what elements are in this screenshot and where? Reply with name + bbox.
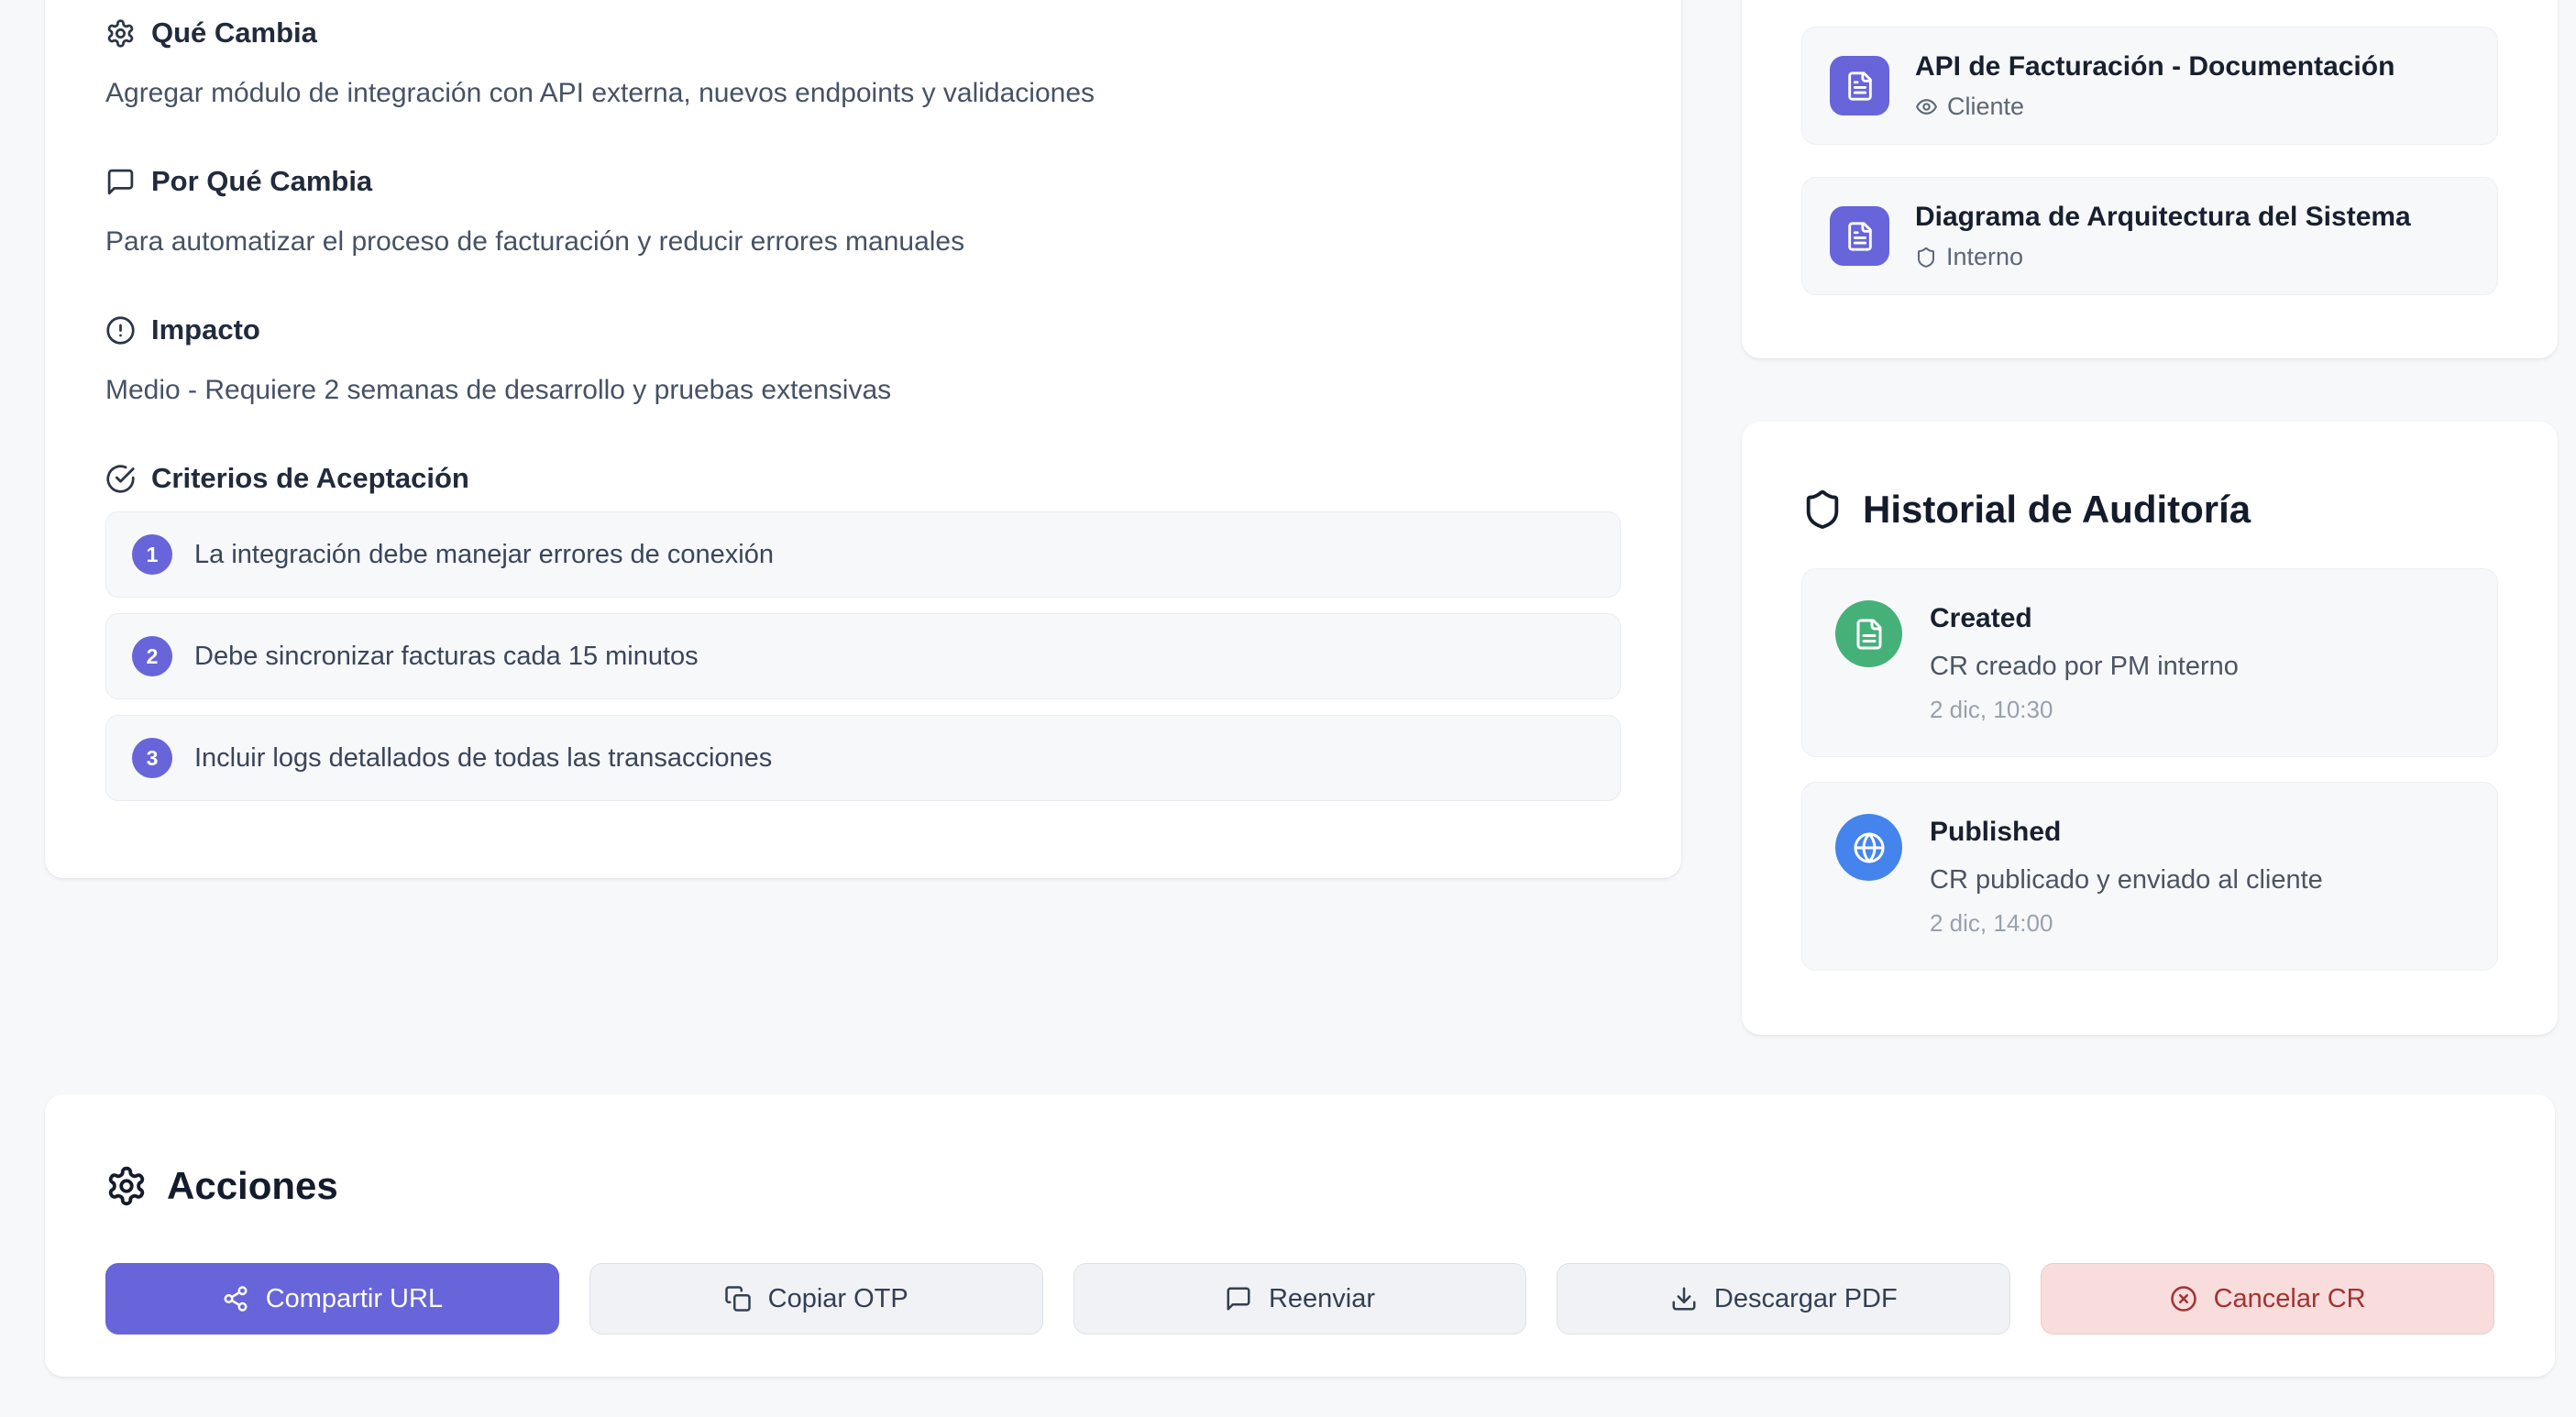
- section-title: Impacto: [151, 313, 260, 346]
- cancel-cr-button[interactable]: Cancelar CR: [2041, 1263, 2494, 1335]
- button-label: Reenviar: [1268, 1283, 1376, 1313]
- button-label: Cancelar CR: [2213, 1283, 2366, 1313]
- download-pdf-button[interactable]: Descargar PDF: [1557, 1263, 2011, 1335]
- attachments-card: API de Facturación - Documentación Clien…: [1742, 0, 2558, 358]
- attachment-visibility-label: Interno: [1946, 243, 2024, 270]
- change-request-details-card: Qué Cambia Agregar módulo de integración…: [45, 0, 1681, 878]
- audit-event-timestamp: 2 dic, 10:30: [1930, 696, 2053, 723]
- download-icon: [1670, 1285, 1698, 1313]
- attachment-title: Diagrama de Arquitectura del Sistema: [1915, 202, 2411, 232]
- audit-event-timestamp: 2 dic, 14:00: [1930, 909, 2053, 937]
- actions-buttons-row: Compartir URL Copiar OTP Reenviar Descar…: [105, 1263, 2494, 1335]
- audit-event-description: CR publicado y enviado al cliente: [1930, 865, 2323, 895]
- criteria-text: Incluir logs detallados de todas las tra…: [194, 742, 773, 773]
- criteria-text: La integración debe manejar errores de c…: [194, 539, 774, 569]
- audit-entry: Created CR creado por PM interno 2 dic, …: [1801, 568, 2498, 757]
- criteria-item: 1 La integración debe manejar errores de…: [105, 511, 1621, 598]
- audit-event-description: CR creado por PM interno: [1930, 652, 2239, 681]
- file-text-icon: [1835, 600, 1902, 667]
- section-heading-impacto: Impacto: [105, 312, 1621, 348]
- audit-history-card: Historial de Auditoría Created CR creado…: [1742, 422, 2558, 1035]
- audit-history-title: Historial de Auditoría: [1863, 488, 2251, 531]
- copy-icon: [724, 1285, 752, 1313]
- section-title: Criterios de Aceptación: [151, 462, 469, 494]
- actions-card: Acciones Compartir URL Copiar OTP Reenvi…: [45, 1094, 2555, 1377]
- criteria-text: Debe sincronizar facturas cada 15 minuto…: [194, 641, 699, 671]
- button-label: Descargar PDF: [1713, 1283, 1898, 1313]
- section-body-por-que-cambia: Para automatizar el proceso de facturaci…: [105, 226, 965, 257]
- criteria-number-badge: 1: [132, 534, 172, 575]
- file-text-icon: [1830, 206, 1889, 266]
- check-circle-icon: [105, 464, 136, 494]
- share-url-button[interactable]: Compartir URL: [105, 1263, 559, 1335]
- gear-icon: [105, 18, 136, 49]
- file-text-icon: [1830, 56, 1889, 115]
- message-square-icon: [105, 167, 136, 197]
- criteria-item: 2 Debe sincronizar facturas cada 15 minu…: [105, 613, 1621, 699]
- resend-button[interactable]: Reenviar: [1073, 1263, 1527, 1335]
- audit-entry: Published CR publicado y enviado al clie…: [1801, 782, 2498, 971]
- attachment-item[interactable]: API de Facturación - Documentación Clien…: [1801, 27, 2498, 145]
- shield-icon: [1915, 247, 1937, 269]
- gear-icon: [105, 1165, 148, 1207]
- attachment-visibility: Cliente: [1915, 93, 2394, 121]
- eye-icon: [1915, 95, 1938, 118]
- actions-title: Acciones: [167, 1164, 338, 1207]
- section-body-que-cambia: Agregar módulo de integración con API ex…: [105, 78, 1095, 108]
- alert-circle-icon: [105, 315, 136, 346]
- attachment-title: API de Facturación - Documentación: [1915, 51, 2395, 82]
- section-heading-que-cambia: Qué Cambia: [105, 15, 1621, 51]
- audit-event-name: Published: [1930, 817, 2062, 847]
- audit-history-heading: Historial de Auditoría: [1801, 486, 2498, 533]
- message-square-icon: [1225, 1285, 1252, 1313]
- attachment-item[interactable]: Diagrama de Arquitectura del Sistema Int…: [1801, 177, 2498, 295]
- share-icon: [222, 1285, 249, 1313]
- section-body-impacto: Medio - Requiere 2 semanas de desarrollo…: [105, 375, 892, 405]
- criteria-item: 3 Incluir logs detallados de todas las t…: [105, 715, 1621, 801]
- criteria-number-badge: 3: [132, 738, 172, 778]
- audit-event-name: Created: [1930, 603, 2032, 633]
- circle-x-icon: [2170, 1285, 2197, 1313]
- button-label: Copiar OTP: [767, 1283, 908, 1313]
- copy-otp-button[interactable]: Copiar OTP: [589, 1263, 1043, 1335]
- attachment-visibility: Interno: [1915, 243, 2411, 271]
- attachment-visibility-label: Cliente: [1947, 93, 2025, 120]
- section-heading-por-que-cambia: Por Qué Cambia: [105, 163, 1621, 200]
- section-title: Qué Cambia: [151, 16, 317, 49]
- button-label: Compartir URL: [265, 1283, 444, 1313]
- section-heading-criterios: Criterios de Aceptación: [105, 460, 1621, 497]
- section-title: Por Qué Cambia: [151, 165, 373, 197]
- criteria-number-badge: 2: [132, 636, 172, 676]
- actions-heading: Acciones: [105, 1162, 2494, 1210]
- shield-icon: [1801, 489, 1844, 531]
- globe-icon: [1835, 814, 1902, 881]
